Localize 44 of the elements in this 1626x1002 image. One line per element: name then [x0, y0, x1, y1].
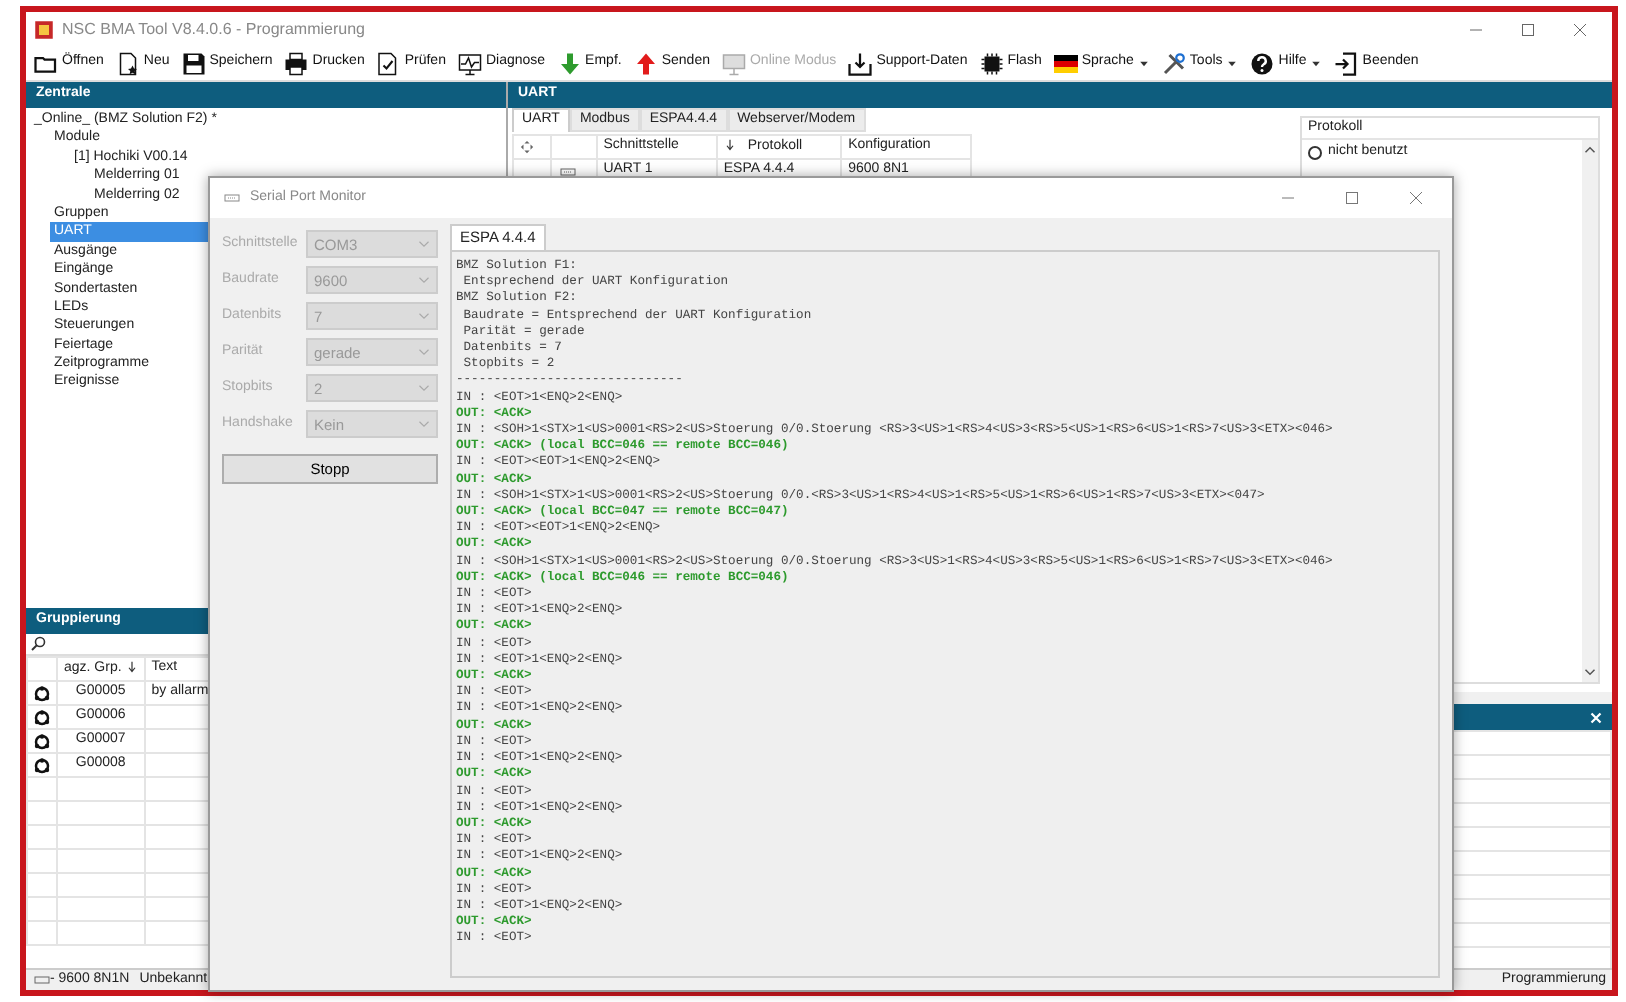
- monitor-icon: [721, 51, 746, 75]
- app-logo-icon: [34, 19, 54, 39]
- window-title: NSC BMA Tool V8.4.0.6 - Programmierung: [62, 19, 365, 39]
- group-icon: [34, 757, 50, 773]
- arrow-down-icon: [557, 51, 582, 75]
- maximize-icon[interactable]: [1520, 21, 1536, 37]
- caret-icon: [1226, 57, 1239, 69]
- maximize-icon[interactable]: [1344, 190, 1360, 206]
- group-icon: [34, 733, 50, 749]
- port-icon: [32, 972, 52, 988]
- close-icon[interactable]: [1572, 21, 1588, 37]
- monitor-chart-icon: [457, 51, 482, 75]
- chevron-down-icon: [418, 346, 430, 358]
- chevron-down-icon: [418, 382, 430, 394]
- folder-icon: [34, 51, 58, 75]
- radio-button[interactable]: [1308, 146, 1322, 161]
- chip-icon: [979, 51, 1004, 75]
- close-icon[interactable]: [1408, 190, 1424, 206]
- download-box-icon: [848, 51, 873, 75]
- caret-icon: [1137, 57, 1150, 69]
- group-icon: [34, 709, 50, 725]
- chevron-down-icon: [418, 418, 430, 430]
- sort-arrow-icon: [125, 660, 138, 675]
- caret-icon: [1310, 57, 1323, 69]
- flag-icon: [1053, 51, 1078, 75]
- port-icon: [557, 163, 578, 179]
- chevron-down-icon: [418, 310, 430, 322]
- printer-icon: [284, 51, 309, 75]
- document-star-icon: [115, 51, 140, 75]
- chevron-up-icon[interactable]: [1584, 144, 1596, 157]
- scrollbar[interactable]: [1582, 140, 1598, 682]
- sort-arrow-icon: [723, 138, 736, 153]
- chevron-down-icon[interactable]: [1584, 666, 1596, 678]
- port-icon: [222, 190, 242, 206]
- tools-icon: [1161, 51, 1186, 75]
- arrow-up-icon: [633, 51, 658, 75]
- exit-icon: [1334, 51, 1359, 75]
- chevron-down-icon: [418, 274, 430, 286]
- help-icon: [1250, 51, 1275, 75]
- group-icon: [34, 685, 50, 701]
- move-handle-icon[interactable]: [520, 140, 534, 154]
- document-check-icon: [376, 51, 401, 75]
- chevron-down-icon: [418, 238, 430, 250]
- search-icon[interactable]: [30, 636, 46, 652]
